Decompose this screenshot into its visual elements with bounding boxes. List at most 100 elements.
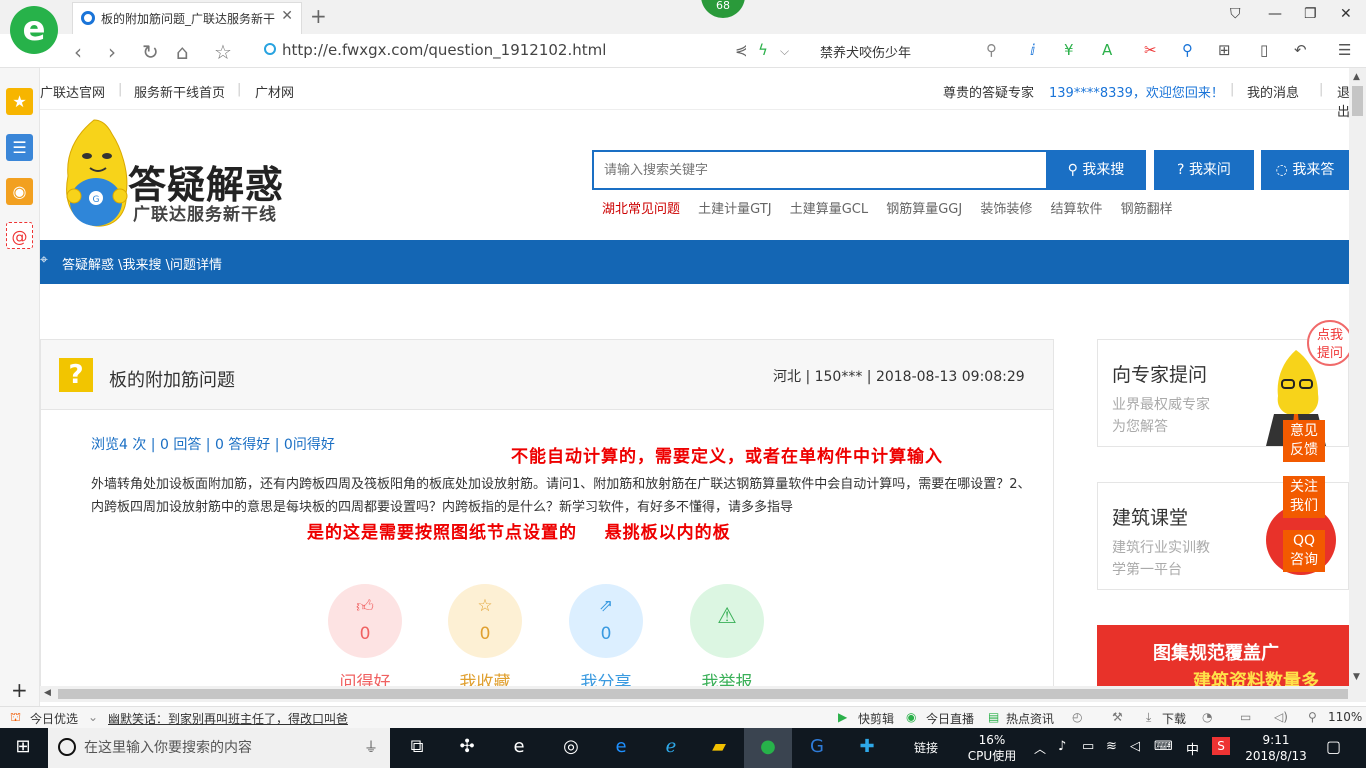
email-icon[interactable]: @ [6,222,33,249]
windows-start-icon[interactable]: ⊞ [8,736,38,757]
good-question-button[interactable]: 👍︎ 0 问得好 [328,584,402,686]
tray-chevron-icon[interactable]: ︿ [1034,740,1046,757]
search-button[interactable]: ⚲ 我来搜 [1046,150,1146,190]
notification-bell-icon[interactable]: ♪ [1058,739,1066,754]
hot-tag[interactable]: 钢筋算量GGJ [886,202,962,217]
glodon-app-icon[interactable]: G [802,736,832,757]
action-center-icon[interactable]: ▢ [1326,737,1341,756]
ip-extension-icon[interactable]: ⅈ [1030,41,1035,59]
browser-tab[interactable]: 板的附加筋问题_广联达服务新干 ✕ [72,2,302,34]
logout-link[interactable]: 退出 [1337,82,1349,120]
link-service-home[interactable]: 服务新干线首页 [134,82,225,101]
remote-app-icon[interactable]: ✚ [852,736,882,757]
quick-edit[interactable]: 快剪辑 [858,710,894,727]
battery-icon[interactable]: ▭ [1082,739,1094,754]
magnifier-icon[interactable]: ⚲ [1182,41,1193,59]
ask-button[interactable]: ? 我来问 [1154,150,1254,190]
favorites-icon[interactable]: ★ [6,88,33,115]
ask-bubble[interactable]: 点我 提问 [1307,320,1349,366]
search-input[interactable] [594,152,1046,188]
report-button[interactable]: ⚠ 我举报 [690,584,764,686]
scroll-left-icon[interactable]: ◀ [44,688,51,698]
apps-grid-icon[interactable]: ⊞ [1218,41,1231,59]
internet-explorer-icon[interactable]: ℯ [656,736,686,757]
reading-list-icon[interactable]: ☰ [6,134,33,161]
hot-tag[interactable]: 装饰装修 [980,202,1032,217]
clock[interactable]: 9:11 2018/8/13 [1244,732,1308,764]
download-link[interactable]: 下载 [1162,710,1186,727]
chevron-icon[interactable]: ⌄ [88,710,98,724]
close-window-button[interactable]: ✕ [1340,6,1352,22]
restore-button[interactable]: ❐ [1304,6,1317,22]
back-icon[interactable]: ‹ [74,40,82,64]
minimize-button[interactable]: — [1268,6,1282,22]
today-live[interactable]: 今日直播 [926,710,974,727]
answer-button[interactable]: ◌ 我来答 [1261,150,1349,190]
taskbar-search[interactable]: 在这里输入你要搜索的内容 ⏚ [48,728,390,768]
forward-icon[interactable]: › [108,40,116,64]
link-material-site[interactable]: 广材网 [255,82,294,101]
speed-icon[interactable]: ◴ [1072,710,1082,724]
add-sidebar-icon[interactable]: + [11,678,28,702]
hot-tag[interactable]: 土建计量GTJ [698,202,771,217]
file-explorer-icon[interactable]: ▰ [704,736,734,757]
weibo-icon[interactable]: ◉ [6,178,33,205]
favorite-button[interactable]: ☆ 0 我收藏 [448,584,522,686]
link-glodon-official[interactable]: 广联达官网 [40,82,105,101]
close-tab-icon[interactable]: ✕ [281,8,293,24]
refresh-icon[interactable]: ↻ [142,40,159,64]
sogou-ime-icon[interactable]: S [1212,737,1230,755]
follow-us-button[interactable]: 关注 我们 [1283,476,1325,518]
bookmark-star-icon[interactable]: ☆ [214,40,232,64]
ie-icon[interactable]: e [504,736,534,757]
scissors-icon[interactable]: ✂ [1144,41,1157,59]
hot-tag[interactable]: 湖北常见问题 [602,202,680,217]
new-tab-button[interactable]: + [310,4,327,28]
microphone-icon[interactable]: ⏚ [364,728,378,768]
undo-icon[interactable]: ↶ [1294,41,1307,59]
clean-icon[interactable]: ◔ [1202,710,1212,724]
scroll-thumb-h[interactable] [58,689,1348,699]
links-toolbar[interactable]: 链接 [914,740,938,756]
reader-icon[interactable]: ▯ [1260,41,1268,59]
chevron-down-icon[interactable]: ⌵ [780,44,789,59]
zoom-level[interactable]: 110% [1328,710,1362,724]
window-icon[interactable]: ▭ [1240,710,1251,724]
share-button[interactable]: ⇗ 0 我分享 [569,584,643,686]
task-view-icon[interactable]: ⧉ [402,736,432,757]
hot-news[interactable]: 热点资讯 [1006,710,1054,727]
tools-icon[interactable]: ⚒ [1112,710,1123,724]
my-messages-link[interactable]: 我的消息 [1247,82,1299,101]
search-icon[interactable]: ⚲ [986,41,997,59]
hot-tag[interactable]: 土建算量GCL [790,202,868,217]
app-swirl-icon[interactable]: ◎ [556,736,586,757]
hot-search-text[interactable]: 禁养犬咬伤少年 [820,42,911,61]
ime-indicator[interactable]: 中 [1186,739,1199,758]
news-ticker[interactable]: 幽默笑话：到家别再叫班主任了，得改口叫爸 [108,710,348,727]
volume-icon[interactable]: ◁) [1274,710,1288,724]
qq-consult-button[interactable]: QQ 咨询 [1283,530,1325,572]
translate-icon[interactable]: A [1102,41,1112,59]
share-page-icon[interactable]: ⋞ [735,41,748,59]
url-field[interactable]: http://e.fwxgx.com/question_1912102.html [264,41,606,59]
home-icon[interactable]: ⌂ [176,40,189,64]
scroll-thumb[interactable] [1352,86,1363,116]
edge-icon[interactable]: e [606,736,636,757]
wifi-icon[interactable]: ≋ [1106,739,1117,754]
vertical-scrollbar[interactable]: ▲ ▼ [1349,68,1366,686]
welcome-user[interactable]: 139****8339，欢迎您回来！ [1049,82,1224,101]
active-browser-task[interactable]: ● [744,728,792,768]
feedback-button[interactable]: 意见 反馈 [1283,420,1325,462]
menu-icon[interactable]: ☰ [1338,41,1351,59]
hot-tag[interactable]: 结算软件 [1051,202,1103,217]
breadcrumb[interactable]: 答疑解惑 \我来搜 \问题详情 [62,254,222,273]
promo-banner[interactable]: 图集规范覆盖广 建筑资料数量多 [1097,625,1349,686]
hot-tag[interactable]: 钢筋翻样 [1121,202,1173,217]
today-picks[interactable]: 今日优选 [30,710,78,727]
scroll-up-icon[interactable]: ▲ [1353,72,1360,82]
lightning-icon[interactable]: ϟ [758,41,768,59]
app-fan-icon[interactable]: ✣ [452,736,482,757]
horizontal-scrollbar[interactable]: ◀ [40,686,1366,702]
speaker-icon[interactable]: ◁ [1130,739,1140,754]
shield-icon[interactable]: ¥ [1064,41,1074,59]
